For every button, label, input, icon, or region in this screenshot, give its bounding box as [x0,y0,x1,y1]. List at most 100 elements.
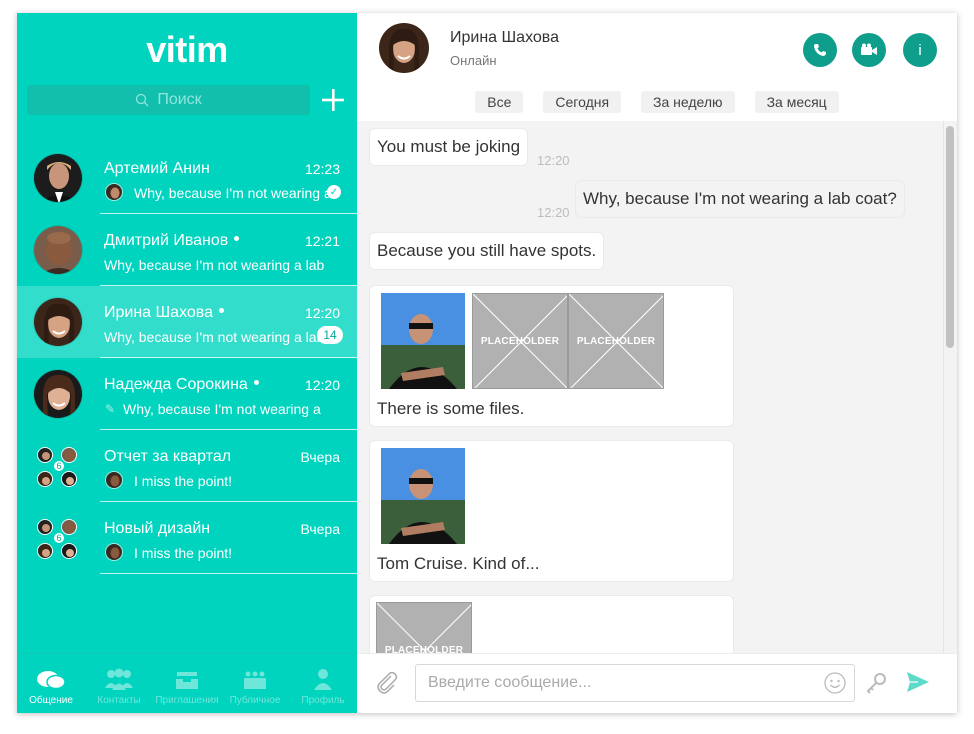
key-icon [866,673,886,694]
group-avatars: 6 [37,519,81,559]
image-placeholder[interactable]: PLACEHOLDER [568,293,664,389]
placeholder-label: PLACEHOLDER [384,645,464,653]
attachment-caption: There is some files. [377,399,525,418]
avatar [61,471,77,487]
filter-today[interactable]: Сегодня [543,91,622,113]
call-button[interactable] [803,33,837,67]
chat-preview: Why, because I'm not wearing a [123,401,321,417]
chat-bubbles-icon [37,671,66,690]
encryption-key-button[interactable] [865,672,887,699]
contact-name: Ирина Шахова [450,29,560,46]
group-avatars: 6 [37,447,81,487]
photo-attachment[interactable] [381,293,465,389]
attach-button[interactable] [375,670,399,701]
attachment-message: PLACEHOLDER PLACEHOLDER There is some fi… [369,285,734,427]
divider [100,573,357,574]
bottom-nav: Общение Контакты Приглашения Публичное П… [17,653,357,713]
chat-list-item-active[interactable]: Ирина Шахова 12:20 Why, because I'm not … [17,286,357,358]
emoji-button[interactable] [824,672,846,699]
chat-time: 12:23 [304,161,340,177]
conversation-panel: Ирина Шахова Онлайн i Все Сегодня За нед… [357,13,957,713]
photo-attachment[interactable] [381,448,465,544]
avatar [33,225,83,275]
avatar [37,519,53,535]
scrollbar-thumb[interactable] [946,126,954,348]
nav-chats[interactable]: Общение [17,654,85,713]
nav-profile[interactable]: Профиль [289,654,357,713]
unread-badge: 14 [317,326,343,344]
nav-contacts[interactable]: Контакты [85,654,153,713]
message-bubble: You must be joking [369,128,529,166]
contact-status: Онлайн [450,53,497,68]
app-window: vitim Поиск Артемий Анин 12:23 Why, beca… [17,13,957,713]
chat-name-text: Ирина Шахова [104,304,214,321]
chat-list-item[interactable]: Надежда Сорокина 12:20 ✎ Why, because I'… [17,358,357,430]
send-icon [907,672,929,692]
avatar [61,543,77,559]
contact-avatar[interactable] [379,23,429,73]
chat-time: 12:20 [304,305,340,321]
nav-label: Профиль [301,695,345,706]
chat-list-item[interactable]: Дмитрий Иванов 12:21 Why, because I'm no… [17,214,357,286]
nav-label: Общение [29,695,73,706]
nav-invitations[interactable]: Приглашения [153,654,221,713]
chat-name: Дмитрий Иванов [104,232,240,250]
attachment-message: PLACEHOLDER [369,595,734,653]
filter-all[interactable]: Все [475,91,524,113]
avatar [33,369,83,419]
member-count-badge: 6 [53,532,65,544]
pencil-icon: ✎ [105,402,116,416]
new-chat-button[interactable] [318,85,348,115]
attachment-caption: Tom Cruise. Kind of... [377,554,540,573]
info-button[interactable]: i [903,33,937,67]
chat-time: Вчера [300,521,340,537]
sidebar: vitim Поиск Артемий Анин 12:23 Why, beca… [17,13,357,713]
search-box[interactable]: Поиск [27,85,310,115]
phone-icon [814,44,826,56]
sender-avatar [105,471,123,489]
sender-avatar [105,183,123,201]
paperclip-icon [377,671,398,694]
chat-list-item-group[interactable]: 6 Новый дизайн Вчера I miss the point! [17,502,357,574]
chat-list-item-group[interactable]: 6 Отчет за квартал Вчера I miss the poin… [17,430,357,502]
inbox-icon [176,672,198,689]
message-bubble-own: Why, because I'm not wearing a lab coat? [575,180,905,218]
nav-public[interactable]: Публичное [221,654,289,713]
search-placeholder: Поиск [157,91,202,108]
online-indicator [234,236,240,242]
nav-label: Публичное [229,695,281,706]
smiley-icon [824,672,846,694]
message-input[interactable] [415,664,855,702]
nav-label: Приглашения [155,695,219,706]
online-indicator [219,308,225,314]
video-call-button[interactable] [852,33,886,67]
chat-preview: Why, because I'm not wearing a lab coat? [134,185,339,201]
contacts-icon [105,668,133,690]
profile-icon [314,669,332,690]
chat-name: Ирина Шахова [104,304,225,322]
chat-name: Надежда Сорокина [104,376,259,394]
public-icon [244,671,266,689]
filter-month[interactable]: За месяц [754,91,839,113]
image-placeholder[interactable]: PLACEHOLDER [376,602,472,653]
send-button[interactable] [906,671,930,698]
chat-time: 12:21 [304,233,340,249]
app-logo: vitim [146,29,228,70]
search-icon [136,93,149,107]
date-filter-bar: Все Сегодня За неделю За месяц [357,91,957,113]
image-placeholder[interactable]: PLACEHOLDER [472,293,568,389]
chat-list-item[interactable]: Артемий Анин 12:23 Why, because I'm not … [17,142,357,214]
message-time: 12:20 [537,153,570,168]
member-count-badge: 6 [53,460,65,472]
placeholder-label: PLACEHOLDER [576,336,656,347]
chat-preview: Why, because I'm not wearing a lab [104,329,325,345]
avatar [37,543,53,559]
chat-name: Отчет за квартал [104,448,232,465]
placeholder-label: PLACEHOLDER [480,336,560,347]
filter-week[interactable]: За неделю [641,91,735,113]
read-check-icon: ✓ [327,185,341,199]
avatar [61,447,77,463]
scrollbar[interactable] [943,121,957,653]
online-indicator [253,380,259,386]
avatar [61,519,77,535]
